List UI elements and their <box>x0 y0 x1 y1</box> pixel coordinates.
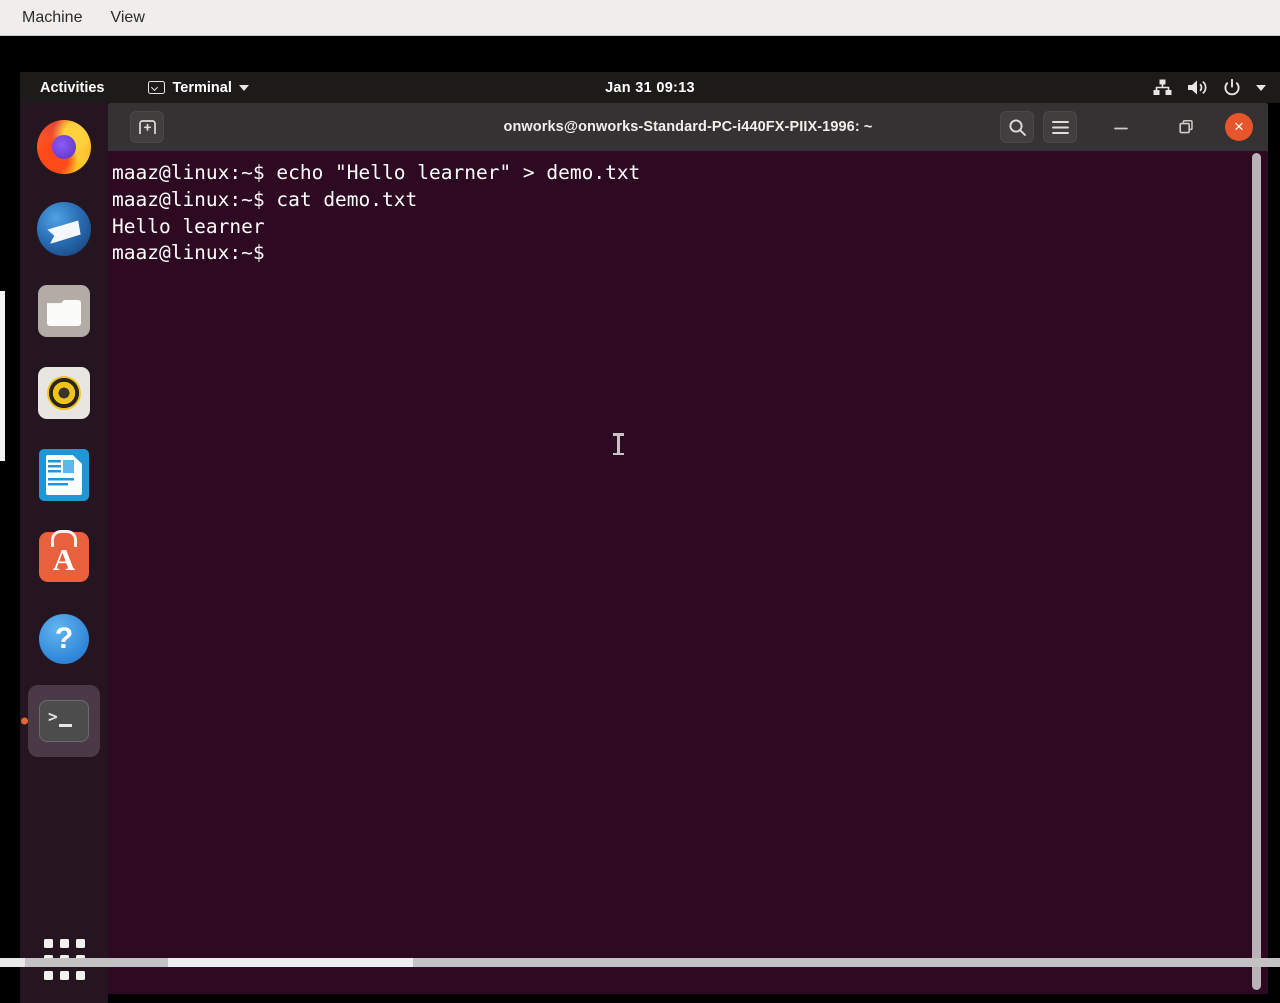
terminal-body[interactable]: maaz@linux:~$ echo "Hello learner" > dem… <box>108 151 1268 994</box>
dock-item-terminal[interactable] <box>28 685 100 757</box>
hamburger-menu-button[interactable] <box>1043 111 1077 143</box>
activities-button[interactable]: Activities <box>20 80 116 96</box>
dock-item-firefox[interactable] <box>28 111 100 183</box>
power-icon[interactable] <box>1223 79 1241 97</box>
firefox-icon <box>37 120 91 174</box>
status-area[interactable] <box>1153 79 1266 97</box>
new-tab-button[interactable] <box>130 111 164 143</box>
software-icon-letter: A <box>53 544 75 575</box>
screen-bottom-strip-left <box>0 958 25 967</box>
software-icon: A <box>39 532 89 582</box>
close-button[interactable]: × <box>1225 113 1253 141</box>
writer-icon <box>39 449 89 501</box>
terminal-output: maaz@linux:~$ echo "Hello learner" > dem… <box>108 151 1268 267</box>
app-menu-label: Terminal <box>172 80 231 96</box>
gnome-top-bar: Activities Terminal Jan 31 09:13 <box>20 72 1280 103</box>
dock-item-files[interactable] <box>28 275 100 347</box>
maximize-button[interactable] <box>1169 111 1203 143</box>
terminal-scrollbar[interactable] <box>1252 153 1261 990</box>
music-icon <box>38 367 90 419</box>
ubuntu-dock: A ? <box>20 103 108 1003</box>
help-icon: ? <box>39 614 89 664</box>
window-titlebar[interactable]: onworks@onworks-Standard-PC-i440FX-PIIX-… <box>108 103 1268 151</box>
dock-item-thunderbird[interactable] <box>28 193 100 265</box>
vbox-host-menubar: Machine View <box>0 0 1280 36</box>
writer-icon-lines <box>48 460 74 488</box>
vbox-menu-machine[interactable]: Machine <box>10 5 94 31</box>
thunderbird-icon <box>37 202 91 256</box>
window-controls: × <box>1000 111 1259 143</box>
network-icon[interactable] <box>1153 79 1172 96</box>
terminal-window: onworks@onworks-Standard-PC-i440FX-PIIX-… <box>108 103 1268 994</box>
volume-icon[interactable] <box>1187 79 1208 96</box>
screen-edge-artifact <box>0 291 5 461</box>
terminal-icon <box>148 81 165 94</box>
chevron-down-icon[interactable] <box>1256 85 1266 91</box>
text-cursor-ibeam <box>613 433 624 455</box>
guest-screen: Activities Terminal Jan 31 09:13 <box>0 36 1280 967</box>
search-button[interactable] <box>1000 111 1034 143</box>
running-indicator-dot <box>21 718 28 725</box>
dock-item-ubuntu-software[interactable]: A <box>28 521 100 593</box>
dock-item-help[interactable]: ? <box>28 603 100 675</box>
minimize-button[interactable] <box>1104 111 1138 143</box>
terminal-icon <box>39 700 89 742</box>
vbox-menu-view[interactable]: View <box>98 5 156 31</box>
chevron-down-icon <box>239 85 249 91</box>
dock-item-libreoffice-writer[interactable] <box>28 439 100 511</box>
screen-bottom-strip-mid <box>168 958 413 967</box>
app-menu-terminal[interactable]: Terminal <box>138 80 258 96</box>
dock-item-rhythmbox[interactable] <box>28 357 100 429</box>
files-icon <box>38 285 90 337</box>
